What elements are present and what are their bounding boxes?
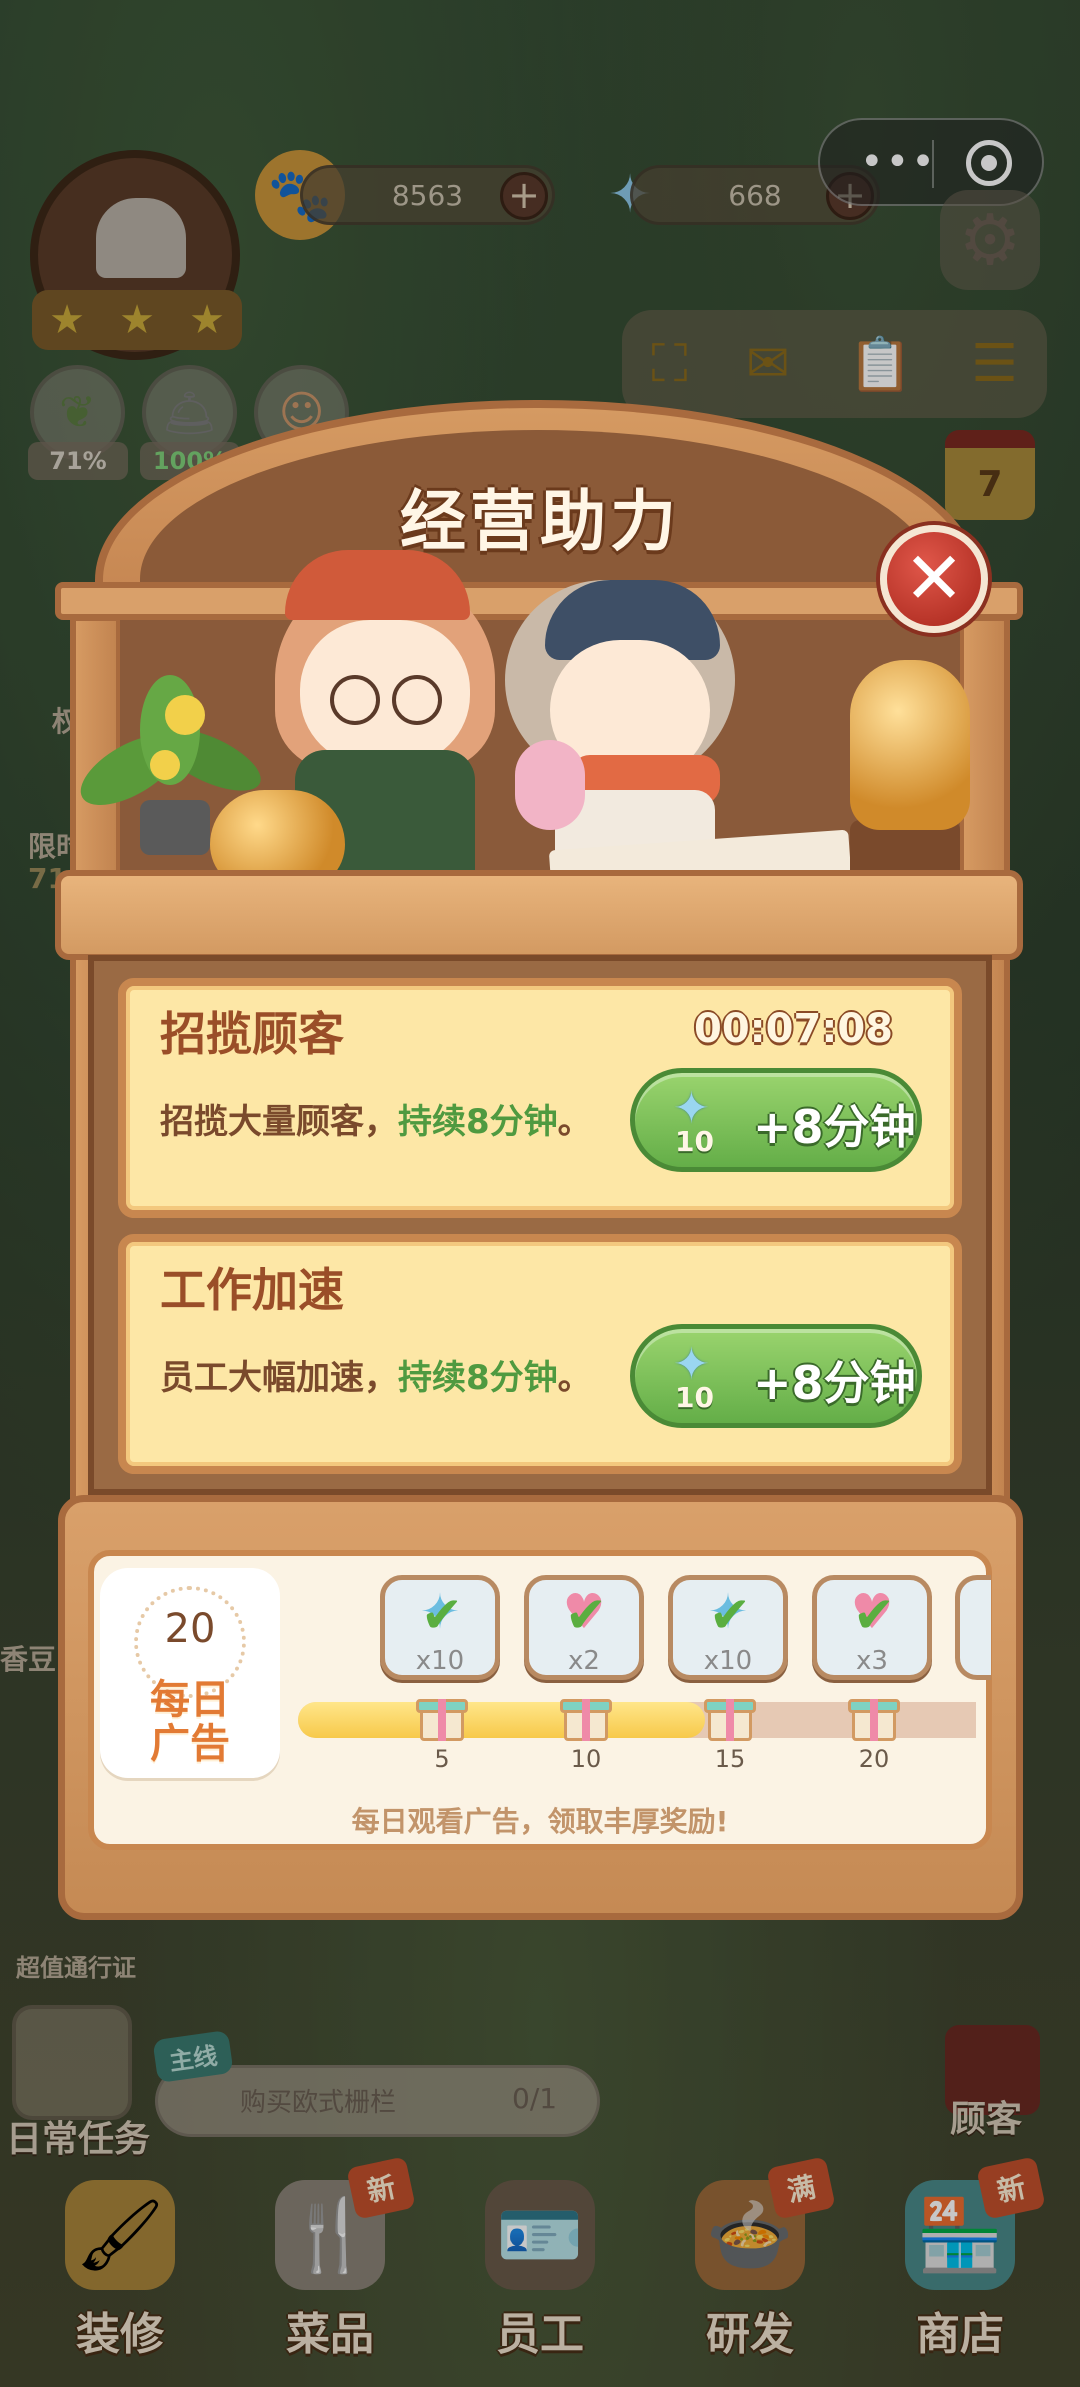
boost-timer: 00:07:08 (694, 1006, 893, 1052)
boost-card-work-speedup: 工作加速 员工大幅加速，持续8分钟。 ✦ 10 +8分钟 (118, 1234, 962, 1474)
extend-8min-button[interactable]: ✦ 10 +8分钟 (630, 1324, 922, 1428)
milestone-label: 5 (434, 1745, 450, 1773)
reward-qty: x2 (568, 1646, 600, 1676)
glasses-icon (330, 675, 380, 725)
reward-qty: x3 (856, 1646, 888, 1676)
extend-button-label: +8分钟 (753, 1356, 916, 1410)
daily-ad-button[interactable]: 20 每日 广告 (100, 1568, 280, 1778)
close-button[interactable]: ✕ (880, 525, 988, 633)
milestone-label: 15 (714, 1745, 746, 1773)
desc-suffix: 。 (557, 1358, 592, 1398)
gift-box-icon (560, 1693, 612, 1741)
reward-qty: x10 (415, 1646, 465, 1676)
boost-card-title: 招揽顾客 (160, 1007, 344, 1061)
desc-duration: 持续8分钟 (398, 1358, 558, 1398)
boost-card-description: 员工大幅加速，持续8分钟。 (160, 1350, 592, 1399)
gem-cost: 10 (675, 1125, 714, 1158)
gift-box-icon (416, 1693, 468, 1741)
gift-box-icon (704, 1693, 756, 1741)
gem-cost: 10 (675, 1381, 714, 1414)
reward-slot[interactable]: ♥ ✔ x3 (812, 1575, 932, 1680)
desc-prefix: 员工大幅加速， (160, 1358, 398, 1398)
daily-ad-caption: 每日观看广告，领取丰厚奖励! (351, 1805, 729, 1838)
extend-8min-button[interactable]: ✦ 10 +8分钟 (630, 1068, 922, 1172)
gift-box-icon (848, 1693, 900, 1741)
check-icon: ✔ (565, 1586, 607, 1644)
business-boost-popup: 经营助力 ✕ 招揽顾客 00:07:08 招揽大量顾客，持续8分钟。 ✦ 10 (0, 0, 1080, 2387)
stall-counter (55, 870, 1023, 960)
milestone-label: 10 (570, 1745, 602, 1773)
glasses-icon (392, 675, 442, 725)
reward-slot[interactable]: ✦ ✔ x10 (668, 1575, 788, 1680)
check-icon: ✔ (421, 1586, 463, 1644)
ad-progress-fill (298, 1702, 705, 1738)
boost-card-attract-customers: 招揽顾客 00:07:08 招揽大量顾客，持续8分钟。 ✦ 10 +8分钟 (118, 978, 962, 1218)
daily-ad-count: 20 (164, 1606, 216, 1652)
reward-slot[interactable]: ♥ ✔ x2 (524, 1575, 644, 1680)
reward-qty: x10 (703, 1646, 753, 1676)
boost-card-title: 工作加速 (160, 1263, 344, 1317)
milestone-label: 20 (858, 1745, 890, 1773)
daily-ad-name-line2: 广告 (150, 1721, 230, 1767)
check-icon: ✔ (853, 1586, 895, 1644)
pink-bunny-toy (515, 740, 585, 830)
check-icon: ✔ (709, 1586, 751, 1644)
girl-character-face (300, 620, 470, 765)
reward-slot[interactable]: ✦ ✔ x10 (380, 1575, 500, 1680)
desc-suffix: 。 (557, 1102, 592, 1142)
desc-duration: 持续8分钟 (398, 1102, 558, 1142)
reward-slot-partial[interactable] (955, 1575, 991, 1680)
desc-prefix: 招揽大量顾客， (160, 1102, 398, 1142)
red-cap (285, 550, 470, 620)
lucky-cat-icon (850, 660, 970, 830)
boost-card-description: 招揽大量顾客，持续8分钟。 (160, 1094, 592, 1143)
daily-ad-name-line1: 每日 (150, 1677, 230, 1723)
extend-button-label: +8分钟 (753, 1100, 916, 1154)
daily-ad-name: 每日 广告 (100, 1678, 280, 1766)
